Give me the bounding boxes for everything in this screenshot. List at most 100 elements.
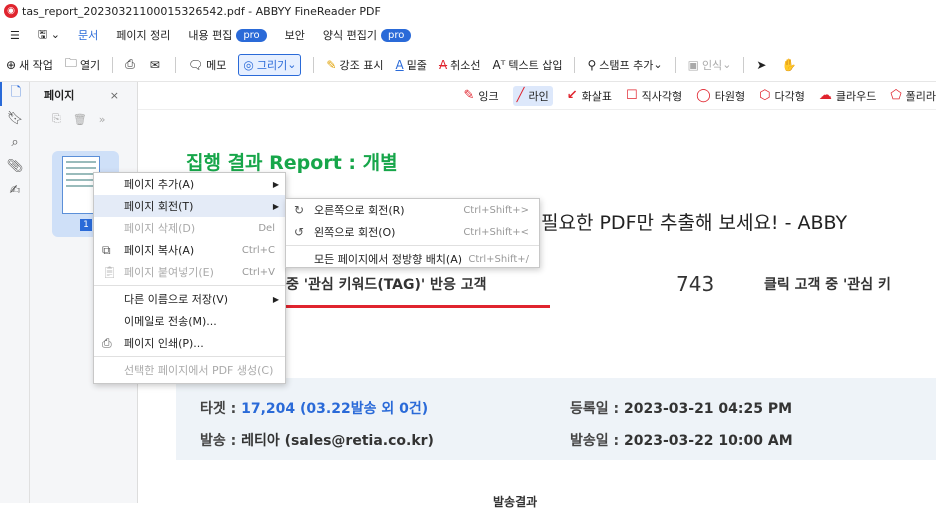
- new-task-button[interactable]: ⊕ 새 작업: [6, 57, 53, 73]
- page-context-menu: 페이지 추가(A) ▶ 페이지 회전(T) ▶ 페이지 삭제(D) Del ⧉ 페이지 …: [93, 172, 286, 384]
- menu-print-page[interactable]: ⎙ 페이지 인쇄(P)...: [94, 332, 285, 354]
- menu-bar: ☰ 🖫 ⌄ 문서 페이지 정리 내용 편집 pro 보안 양식 편집기 pro: [0, 22, 936, 48]
- strikethrough-button[interactable]: A 취소선: [439, 57, 481, 73]
- menu-paste-page-label: 페이지 붙여넣기(E): [124, 266, 214, 279]
- highlighter-icon: ✎: [326, 57, 337, 72]
- sent-date-key: 발송일 :: [570, 433, 624, 449]
- polygon-tool[interactable]: ⬡ 다각형: [759, 88, 805, 104]
- recognize-icon: ▣: [687, 57, 699, 72]
- rectangle-tool[interactable]: ☐ 직사각형: [626, 88, 682, 104]
- page-number: 1: [80, 219, 92, 231]
- sender-row: 발송 : 레티아 (sales@retia.co.kr): [200, 430, 434, 450]
- search-icon[interactable]: ⌕: [0, 130, 30, 154]
- recognize-button[interactable]: ▣ 인식 ⌄: [688, 57, 732, 73]
- ellipse-tool[interactable]: ◯ 타원형: [696, 88, 745, 104]
- email-button[interactable]: ✉: [150, 58, 163, 72]
- draw-button[interactable]: ◎ 그리기 ⌄: [238, 53, 302, 76]
- menu-paste-page[interactable]: 📋︎ 페이지 붙여넣기(E) Ctrl+V: [94, 261, 285, 283]
- draw-icon: ◎: [243, 57, 254, 72]
- line-label: 라인: [528, 89, 549, 103]
- menu-organize-pages[interactable]: 페이지 정리: [116, 27, 170, 43]
- insert-text-button[interactable]: Aᵀ 텍스트 삽입: [493, 57, 563, 73]
- menu-create-pdf[interactable]: 선택한 페이지에서 PDF 생성(C): [94, 359, 285, 381]
- highlight-button[interactable]: ✎ 강조 표시: [326, 57, 383, 73]
- menu-create-pdf-label: 선택한 페이지에서 PDF 생성(C): [124, 364, 274, 377]
- menu-delete-page[interactable]: 페이지 삭제(D) Del: [94, 217, 285, 239]
- polyline-tool[interactable]: ⬠ 폴리라: [890, 88, 936, 104]
- polyline-label: 폴리라: [905, 89, 936, 103]
- delete-icon[interactable]: 🗑︎: [73, 113, 87, 126]
- cloud-tool[interactable]: ☁ 클라우드: [819, 88, 876, 104]
- polyline-icon: ⬠: [890, 88, 902, 103]
- open-button[interactable]: 🗀 열기: [65, 54, 100, 75]
- thumbnail-line: [66, 167, 96, 169]
- menu-edit-content-label: 내용 편집: [188, 29, 233, 42]
- print-button[interactable]: ⎙: [125, 57, 138, 72]
- draw-label: 그리기: [256, 58, 288, 72]
- hand-icon: ✋: [781, 57, 797, 72]
- add-page-icon[interactable]: ⎘: [52, 112, 61, 126]
- more-icon[interactable]: »: [99, 113, 106, 126]
- menu-edit-content[interactable]: 내용 편집 pro: [188, 27, 267, 43]
- menu-save-as[interactable]: 다른 이름으로 저장(V) ▶: [94, 288, 285, 310]
- tag-response-label: 중 '관심 키워드(TAG)' 반응 고객: [286, 277, 487, 293]
- memo-button[interactable]: 🗨 메모: [188, 57, 226, 73]
- submenu-arrow-icon: ▶: [272, 179, 279, 189]
- registered-value: 2023-03-21 04:25 PM: [624, 401, 793, 417]
- target-key: 타겟 :: [200, 401, 242, 417]
- bookmark-icon[interactable]: 🔖︎: [0, 106, 30, 130]
- close-icon[interactable]: ×: [110, 89, 119, 102]
- menu-form-editor-label: 양식 편집기: [322, 29, 378, 42]
- menu-form-editor[interactable]: 양식 편집기 pro: [322, 27, 412, 43]
- ink-tool[interactable]: ✎ 잉크: [464, 88, 499, 104]
- app-logo-icon: ◉: [4, 4, 18, 18]
- menu-rotate-left-label: 왼쪽으로 회전(O): [314, 226, 396, 239]
- select-tool-button[interactable]: ➤: [756, 58, 769, 72]
- menu-rotate-page[interactable]: 페이지 회전(T) ▶: [94, 195, 285, 217]
- attachment-icon[interactable]: 📎︎: [0, 154, 30, 178]
- menu-send-email[interactable]: 이메일로 전송(M)...: [94, 310, 285, 332]
- menu-add-page[interactable]: 페이지 추가(A) ▶: [94, 173, 285, 195]
- menu-copy-page[interactable]: ⧉ 페이지 복사(A) Ctrl+C: [94, 239, 285, 261]
- signature-icon[interactable]: ✍︎: [0, 178, 30, 202]
- menu-straighten-all[interactable]: 모든 페이지에서 정방향 배치(A) Ctrl+Shift+/: [286, 248, 539, 270]
- drawing-toolbar: ✎ 잉크 ╱ 라인 ↙ 화살표 ☐ 직사각형 ◯ 타원형 ⬡ 다각형 ☁ 클라우드 ⬠ 폴리라: [138, 82, 936, 110]
- menu-security[interactable]: 보안: [285, 27, 305, 43]
- menu-rotate-right-label: 오른쪽으로 회전(R): [314, 204, 405, 217]
- polygon-label: 다각형: [774, 89, 805, 103]
- memo-label: 메모: [206, 58, 227, 72]
- ink-label: 잉크: [478, 89, 499, 103]
- shortcut: Ctrl+C: [241, 244, 275, 256]
- pages-panel-icon[interactable]: 🗋: [0, 82, 30, 106]
- submenu-arrow-icon: ▶: [272, 294, 279, 304]
- submenu-arrow-icon: ▶: [272, 201, 279, 211]
- toolbar-divider: [112, 56, 114, 73]
- hamburger-icon[interactable]: ☰: [10, 29, 20, 42]
- insert-text-label: 텍스트 삽입: [508, 58, 563, 72]
- menu-send-email-label: 이메일로 전송(M)...: [124, 315, 217, 328]
- sent-date-row: 발송일 : 2023-03-22 10:00 AM: [570, 430, 793, 450]
- highlight-label: 강조 표시: [339, 58, 384, 72]
- toolbar-divider: [174, 56, 176, 73]
- line-tool[interactable]: ╱ 라인: [512, 85, 553, 106]
- save-icon[interactable]: 🖫 ⌄: [38, 26, 60, 45]
- menu-document[interactable]: 문서: [78, 27, 98, 43]
- menu-rotate-left[interactable]: ↺ 왼쪽으로 회전(O) Ctrl+Shift+<: [286, 221, 539, 243]
- hand-tool-button[interactable]: ✋: [781, 58, 799, 72]
- ellipse-icon: ◯: [696, 88, 711, 103]
- underline-button[interactable]: A 밑줄: [395, 57, 426, 73]
- add-stamp-button[interactable]: ⚲ 스탬프 추가 ⌄: [587, 57, 662, 73]
- arrow-tool[interactable]: ↙ 화살표: [567, 88, 612, 104]
- menu-print-page-label: 페이지 인쇄(P)...: [124, 337, 204, 350]
- menu-save-as-label: 다른 이름으로 저장(V): [124, 293, 229, 306]
- thumbnail-line: [66, 173, 96, 175]
- left-rail: 🗋 🔖︎ ⌕ 📎︎ ✍︎: [0, 82, 30, 503]
- new-task-label: 새 작업: [19, 58, 53, 72]
- banner-text: 필요한 PDF만 추출해 보세요! - ABBY: [541, 212, 848, 234]
- line-icon: ╱: [516, 88, 525, 103]
- cloud-icon: ☁: [818, 88, 832, 103]
- underline-label: 밑줄: [406, 58, 427, 72]
- menu-rotate-right[interactable]: ↻ 오른쪽으로 회전(R) Ctrl+Shift+>: [286, 199, 539, 221]
- menu-divider: [94, 285, 285, 286]
- add-stamp-label: 스탬프 추가: [599, 58, 654, 72]
